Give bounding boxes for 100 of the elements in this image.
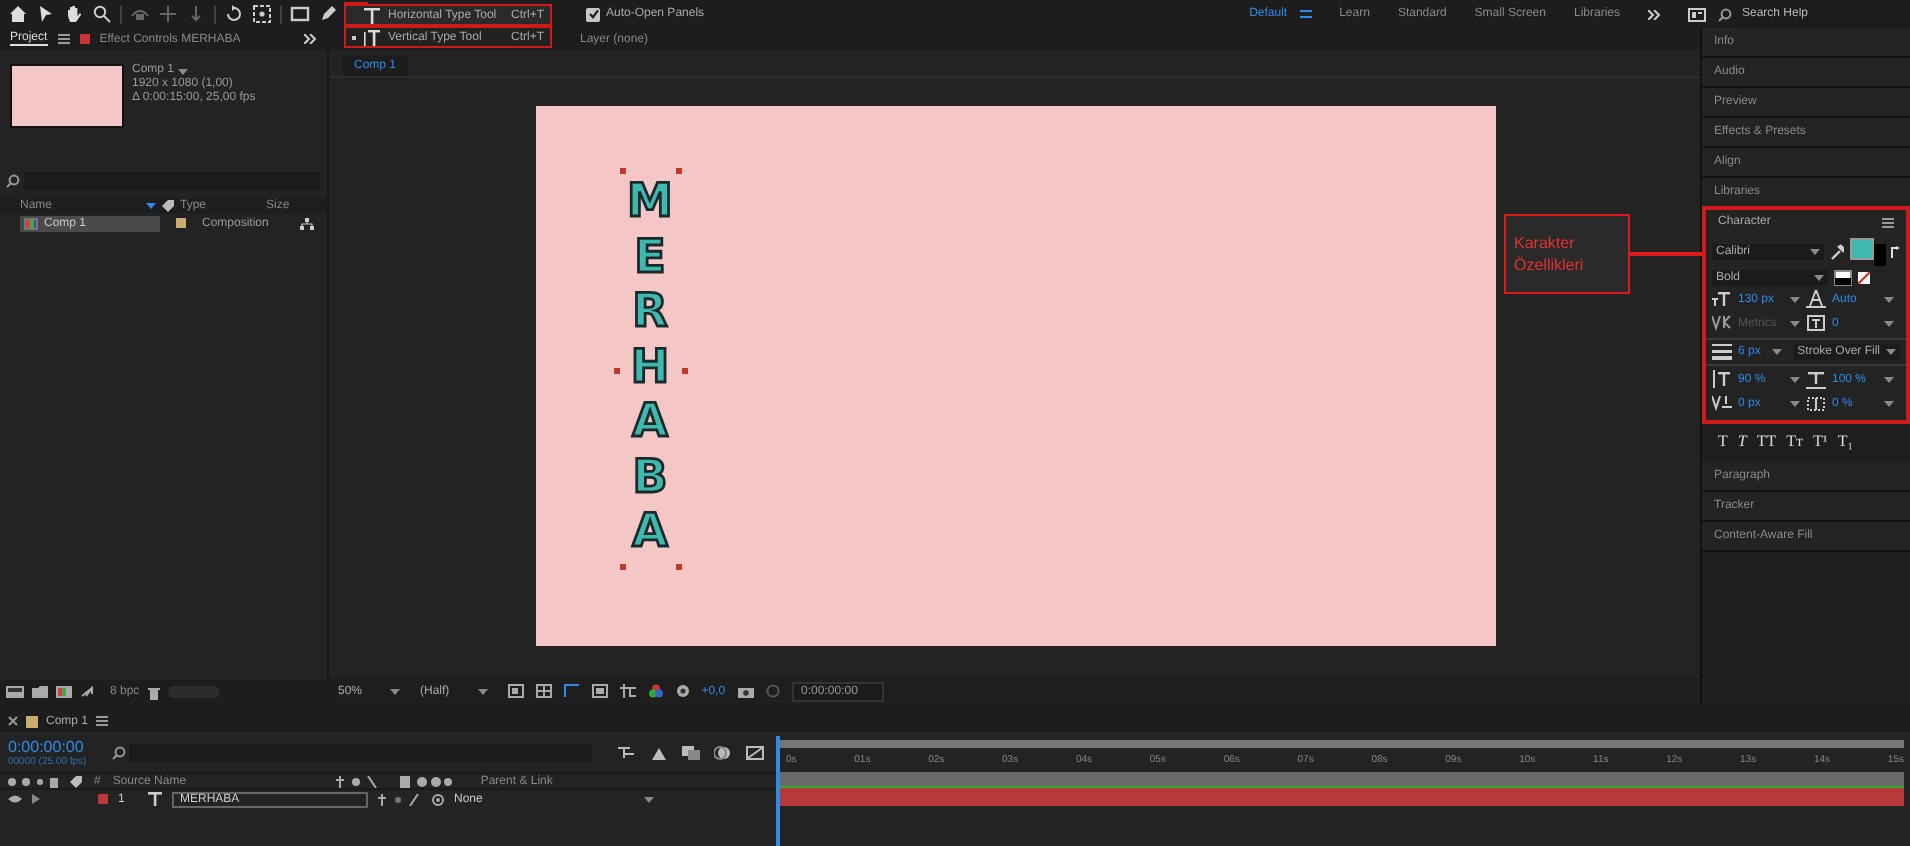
vertical-type-icon <box>362 27 382 47</box>
close-icon[interactable] <box>8 716 18 726</box>
tracking-icon <box>1806 314 1826 334</box>
guides-icon[interactable] <box>619 684 636 698</box>
zoom-icon <box>92 4 112 24</box>
menu-icon[interactable] <box>96 716 109 726</box>
caret-icon <box>1790 400 1800 408</box>
draft-3d-icon[interactable] <box>650 745 668 759</box>
anchor-box-icon[interactable] <box>252 4 272 24</box>
move-icon[interactable] <box>158 4 178 24</box>
menu-icon[interactable] <box>1882 217 1894 227</box>
pick-whip-icon[interactable] <box>432 793 444 805</box>
caret-icon <box>1809 248 1820 256</box>
menu-icon[interactable] <box>57 34 70 44</box>
text-style-button[interactable]: T₁ <box>1837 432 1853 450</box>
interpret-footage-icon[interactable] <box>6 686 24 698</box>
baseline-shift-icon <box>1712 394 1732 414</box>
panel-layout-icon[interactable] <box>1688 7 1706 21</box>
current-time[interactable]: 0:00:00:00 <box>8 737 98 755</box>
rotate-icon[interactable] <box>224 4 244 24</box>
eyedropper-icon[interactable] <box>1829 244 1844 260</box>
text-style-button[interactable]: T <box>1737 432 1747 450</box>
caret-icon <box>1790 296 1800 304</box>
caret-icon <box>477 687 488 695</box>
comp-mini-flowchart-icon[interactable] <box>618 745 636 759</box>
label-tag-icon[interactable] <box>162 200 174 212</box>
caret-icon <box>1884 400 1894 408</box>
checkmark-icon <box>587 8 599 20</box>
stroke-width-icon <box>1712 344 1732 360</box>
av-switches-icon[interactable] <box>6 775 58 787</box>
text-style-button[interactable]: Tт <box>1786 432 1804 450</box>
exposure-icon[interactable] <box>675 684 690 698</box>
caret-icon <box>1790 376 1800 384</box>
workspace-menu-icon[interactable] <box>1299 10 1312 18</box>
composition-icon <box>24 217 38 229</box>
graph-editor-icon[interactable] <box>746 745 764 759</box>
text-style-button[interactable]: T <box>1718 432 1728 450</box>
label-tag-icon[interactable] <box>70 775 82 787</box>
rectangle-icon[interactable] <box>290 4 310 24</box>
caret-icon <box>1884 376 1894 384</box>
eye-icon[interactable] <box>8 794 22 804</box>
comp-label-icon <box>26 715 38 727</box>
selection-handle[interactable] <box>619 168 625 174</box>
selection-handle[interactable] <box>681 368 687 375</box>
text-style-button[interactable]: T¹ <box>1813 432 1828 450</box>
pen-icon[interactable] <box>318 4 338 24</box>
caret-icon <box>178 67 189 75</box>
caret-icon <box>1884 296 1894 304</box>
type-icon <box>362 5 382 25</box>
search-icon <box>1718 7 1732 21</box>
tsume-icon <box>1806 394 1826 414</box>
folder-icon[interactable] <box>32 686 48 698</box>
text-style-button[interactable]: TT <box>1756 432 1777 450</box>
layer-switches-icon[interactable] <box>336 775 453 787</box>
double-chevron-icon[interactable] <box>1648 9 1660 19</box>
font-size-icon <box>1712 290 1732 310</box>
selection-handle[interactable] <box>675 563 681 569</box>
channels-icon[interactable] <box>647 684 664 698</box>
safe-area-icon[interactable] <box>591 684 608 698</box>
caret-icon <box>1884 320 1894 328</box>
camera-icon[interactable] <box>737 685 754 697</box>
double-chevron-icon[interactable] <box>304 34 316 44</box>
frame-blending-icon[interactable] <box>682 745 700 759</box>
search-field[interactable] <box>129 743 592 761</box>
effect-label-icon <box>79 34 90 44</box>
horizontal-scale-icon <box>1806 370 1826 390</box>
selection-handle[interactable] <box>613 368 619 375</box>
pointer-icon <box>36 4 56 24</box>
annotation-text: Karakter Özellikleri <box>1514 232 1586 276</box>
fill-color-swatch[interactable] <box>1849 238 1874 260</box>
selection-handle[interactable] <box>675 168 681 174</box>
region-icon[interactable] <box>507 684 524 698</box>
checkbox[interactable] <box>586 7 600 21</box>
swap-colors-icon[interactable] <box>1890 246 1900 258</box>
layer-label-color[interactable] <box>98 794 108 804</box>
caret-icon <box>390 687 401 695</box>
transparency-grid-icon[interactable] <box>535 684 552 698</box>
kerning-icon <box>1712 314 1732 334</box>
expand-caret-icon[interactable] <box>32 794 40 804</box>
trash-icon[interactable] <box>147 685 160 699</box>
selection-handle[interactable] <box>619 563 625 569</box>
default-colors-icon[interactable] <box>1834 270 1852 286</box>
caret-icon <box>146 202 156 210</box>
vertical-scale-icon <box>1712 370 1732 390</box>
motion-blur-icon[interactable] <box>714 745 732 759</box>
layer-switch-icons[interactable] <box>378 793 422 805</box>
no-color-icon[interactable] <box>1858 272 1870 284</box>
caret-icon <box>644 795 654 803</box>
label-color-icon <box>176 218 186 228</box>
leading-icon <box>1806 290 1826 310</box>
caret-icon <box>1771 348 1782 356</box>
caret-icon <box>1886 348 1896 356</box>
caret-icon <box>1790 320 1800 328</box>
home-icon <box>8 4 28 24</box>
caret-icon <box>1814 274 1824 282</box>
mask-icon[interactable] <box>563 684 580 698</box>
text-layer-icon <box>148 792 162 806</box>
search-icon <box>6 174 20 188</box>
comp-thumbnail <box>10 64 124 128</box>
hand-icon <box>64 4 84 24</box>
